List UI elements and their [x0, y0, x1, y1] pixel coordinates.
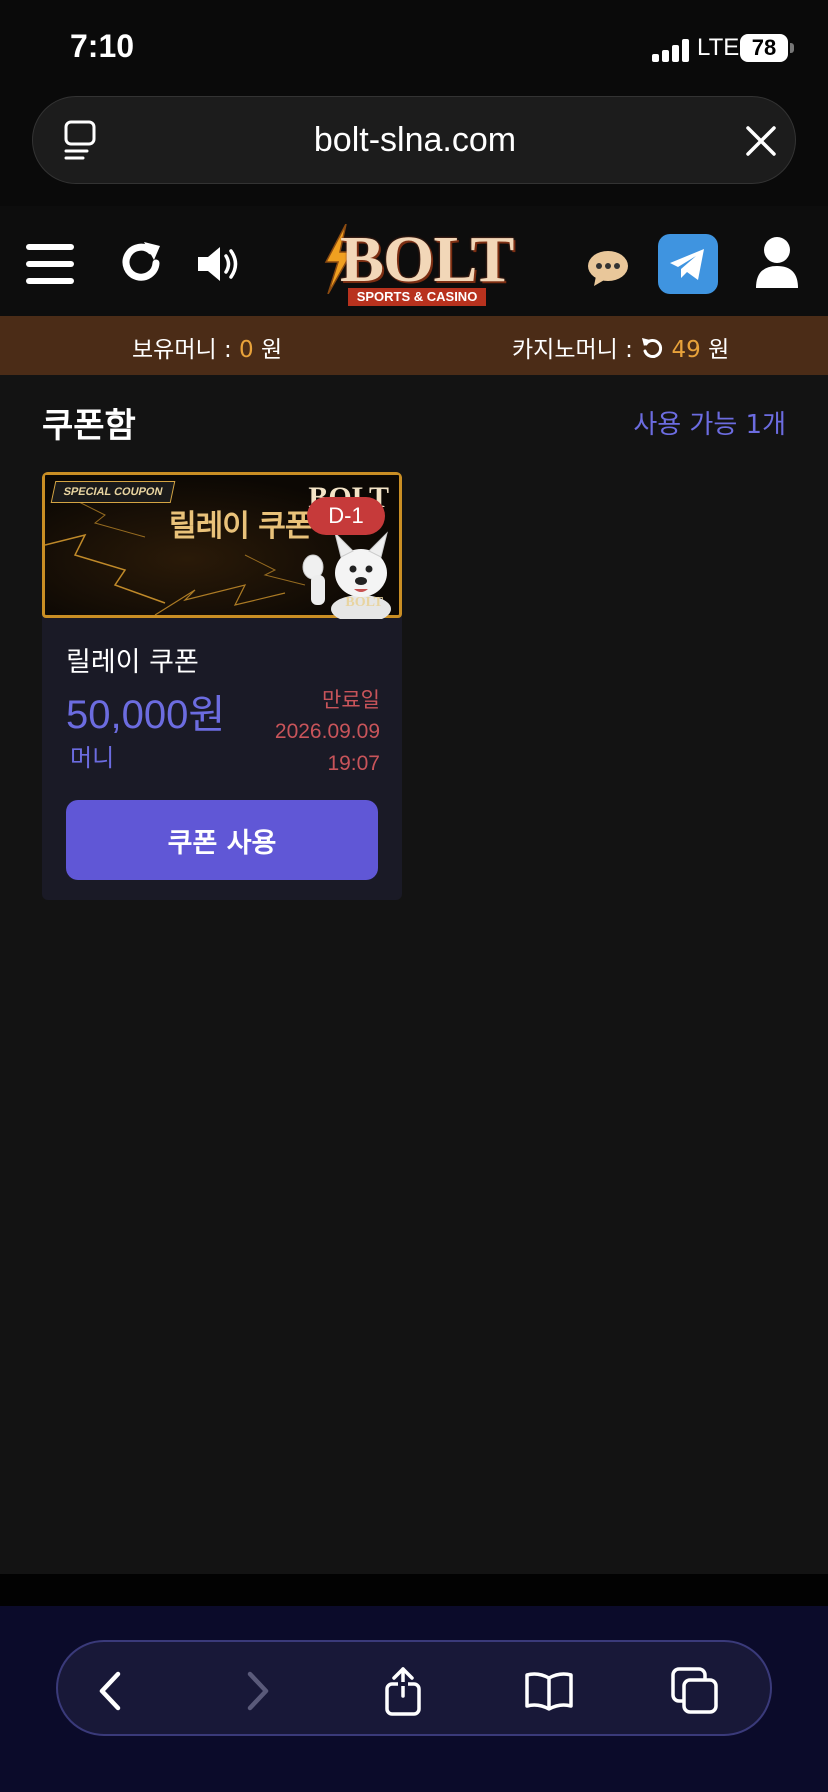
casino-label: 카지노머니 : [512, 337, 641, 363]
signal-icon [652, 38, 692, 62]
coupon-card: SPECIAL COUPON 릴레이 쿠폰 BOLT BOLT D-1 릴레이 … [42, 472, 402, 900]
convert-icon[interactable] [640, 336, 664, 360]
tabs-icon[interactable] [670, 1666, 720, 1716]
coupon-banner: SPECIAL COUPON 릴레이 쿠폰 BOLT BOLT D-1 [42, 472, 402, 619]
money-bar: 보유머니 : 0 원 카지노머니 : 49 원 [0, 316, 828, 375]
battery-icon: 78 [740, 34, 788, 62]
close-icon[interactable] [745, 125, 777, 157]
url-bar[interactable]: bolt-slna.com [32, 96, 796, 184]
holding-money: 보유머니 : 0 원 [132, 330, 282, 364]
share-icon[interactable] [378, 1666, 428, 1716]
browser-toolbar [56, 1640, 772, 1736]
casino-unit: 원 [700, 337, 730, 363]
casino-money: 카지노머니 : 49 원 [512, 330, 729, 364]
browser-bottom-bar [0, 1606, 828, 1792]
user-icon[interactable] [754, 236, 800, 288]
coupon-type: 머니 [70, 744, 115, 772]
speaker-icon[interactable] [196, 244, 244, 284]
browser-url-area: bolt-slna.com [0, 96, 828, 206]
menu-icon[interactable] [26, 244, 74, 284]
bolt-logo[interactable]: BOLT SPORTS & CASINO [318, 222, 514, 308]
available-count: 사용 가능 1개 [633, 410, 786, 440]
battery-tip [790, 43, 794, 53]
holding-unit: 원 [253, 337, 283, 363]
page-divider [0, 1574, 828, 1606]
expiry-label: 만료일 [322, 688, 380, 712]
holding-label: 보유머니 : [132, 337, 240, 363]
back-icon[interactable] [86, 1666, 136, 1716]
forward-icon [247, 1671, 269, 1711]
banner-brand-small: BOLT [345, 595, 383, 610]
dday-badge: D-1 [307, 497, 385, 535]
status-bar: 7:10 LTE 78 [0, 0, 828, 96]
special-coupon-tag: SPECIAL COUPON [50, 481, 176, 503]
coupon-name: 릴레이 쿠폰 [66, 647, 199, 678]
logo-text: BOLT [340, 223, 514, 296]
bookmarks-icon[interactable] [524, 1666, 574, 1716]
expiry-info: 만료일 2026.09.09 19:07 [275, 684, 380, 780]
refresh-icon[interactable] [118, 240, 164, 286]
logo-subtitle: SPORTS & CASINO [348, 288, 486, 306]
url-text[interactable]: bolt-slna.com [33, 121, 797, 160]
status-time: 7:10 [70, 28, 135, 64]
network-type: LTE [697, 34, 740, 61]
chat-icon[interactable] [586, 248, 630, 288]
holding-value: 0 [239, 337, 254, 363]
use-coupon-button[interactable]: 쿠폰 사용 [66, 800, 378, 880]
banner-title: 릴레이 쿠폰 [169, 509, 312, 544]
expiry-date: 2026.09.09 [274, 720, 380, 743]
page-title: 쿠폰함 [42, 406, 136, 446]
coupon-amount: 50,000원 [66, 693, 226, 737]
telegram-icon[interactable] [658, 234, 718, 294]
expiry-time: 19:07 [327, 752, 380, 775]
site-header: BOLT SPORTS & CASINO [0, 206, 828, 316]
casino-value: 49 [671, 337, 701, 363]
